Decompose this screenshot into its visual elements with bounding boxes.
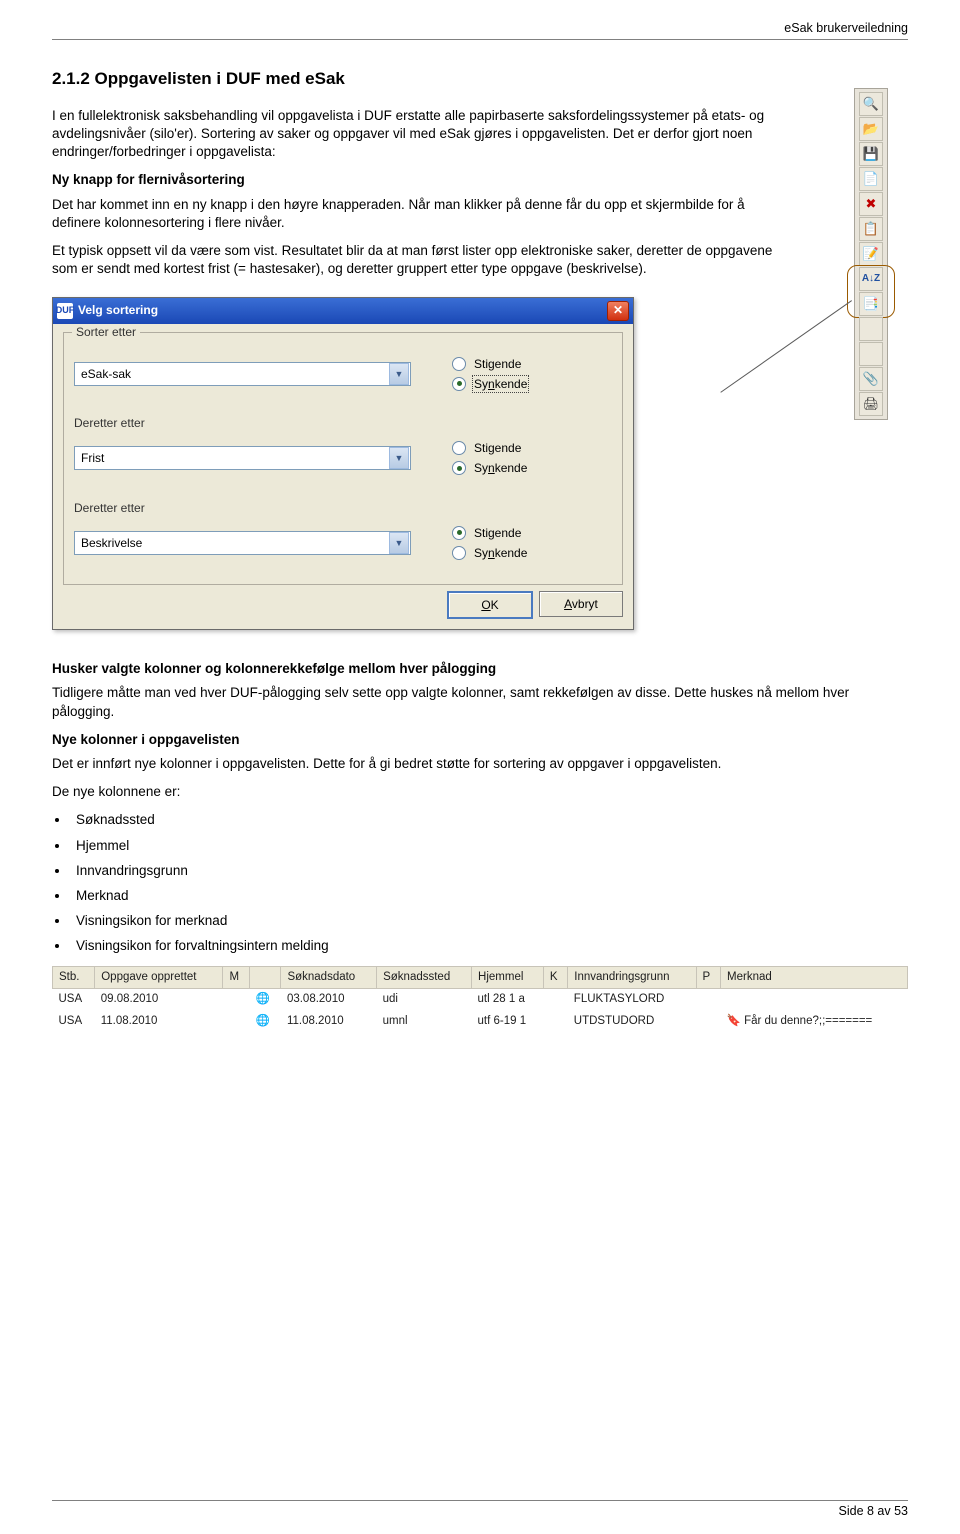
col-ico[interactable]	[250, 966, 281, 989]
section-heading: 2.1.2 Oppgavelisten i DUF med eSak	[52, 68, 908, 91]
paragraph-3: Et typisk oppsett vil da være som vist. …	[52, 242, 782, 278]
list-item: Visningsikon for merknad	[70, 912, 908, 930]
globe-icon: 🌐	[250, 1011, 281, 1033]
delete-icon[interactable]: ✖	[859, 192, 883, 216]
col-sokdato[interactable]: Søknadsdato	[281, 966, 377, 989]
sort-az-icon[interactable]: A↓Z	[859, 267, 883, 291]
groupbox-legend: Sorter etter	[72, 324, 140, 340]
paragraph-1: I en fullelektronisk saksbehandling vil …	[52, 107, 782, 162]
col-merknad[interactable]: Merknad	[721, 966, 908, 989]
list-item: Hjemmel	[70, 837, 908, 855]
list-item: Merknad	[70, 887, 908, 905]
sort-groupbox: Sorter etter eSak-sak ▼ Stigende Synkend…	[63, 332, 623, 586]
radio-synkende-3[interactable]: Synkende	[452, 544, 612, 562]
dialog-title: Velg sortering	[78, 302, 158, 318]
col-grunn[interactable]: Innvandringsgrunn	[568, 966, 696, 989]
page-footer: Side 8 av 53	[52, 1500, 908, 1520]
vertical-toolbar: 🔍 📂 💾 📄 ✖ 📋 📝 A↓Z 📑 📎 🖨	[854, 88, 888, 420]
note-icon[interactable]: 📝	[859, 242, 883, 266]
radio-stigende-2[interactable]: Stigende	[452, 439, 612, 457]
radio-stigende-3[interactable]: Stigende	[452, 524, 612, 542]
list-item: Visningsikon for forvaltningsintern meld…	[70, 937, 908, 955]
sort-field-2[interactable]: Frist ▼	[74, 446, 411, 470]
sort-field-2-value: Frist	[75, 450, 388, 466]
sub-heading-2: Husker valgte kolonner og kolonnerekkefø…	[52, 660, 908, 678]
sort-field-3[interactable]: Beskrivelse ▼	[74, 531, 411, 555]
radio-synkende-2[interactable]: Synkende	[452, 459, 612, 477]
col-p[interactable]: P	[696, 966, 720, 989]
app-icon: DUF	[57, 303, 73, 319]
globe-icon: 🌐	[250, 989, 281, 1011]
header: eSak brukerveiledning	[52, 20, 908, 40]
magnify-icon[interactable]: 🔍	[859, 92, 883, 116]
deretter-label-1: Deretter etter	[74, 415, 612, 431]
col-soksted[interactable]: Søknadssted	[377, 966, 472, 989]
chevron-down-icon[interactable]: ▼	[389, 363, 409, 385]
attachment-icon[interactable]: 📎	[859, 367, 883, 391]
list-item: Innvandringsgrunn	[70, 862, 908, 880]
list-item: Søknadssted	[70, 811, 908, 829]
cancel-button[interactable]: Avbryt	[539, 591, 623, 617]
col-k[interactable]: K	[543, 966, 567, 989]
close-icon[interactable]: ✕	[607, 301, 629, 321]
print-icon[interactable]: 🖨	[859, 392, 883, 416]
dialog-titlebar: DUF Velg sortering ✕	[53, 298, 633, 324]
paragraph-6: De nye kolonnene er:	[52, 783, 782, 801]
col-stb[interactable]: Stb.	[53, 966, 95, 989]
sort-field-1-value: eSak-sak	[75, 366, 388, 382]
paragraph-5: Det er innført nye kolonner i oppgavelis…	[52, 755, 908, 773]
paragraph-2: Det har kommet inn en ny knapp i den høy…	[52, 196, 782, 232]
radio-synkende-1[interactable]: Synkende	[452, 375, 612, 393]
save-icon[interactable]: 💾	[859, 142, 883, 166]
form-icon[interactable]: 📋	[859, 217, 883, 241]
chevron-down-icon[interactable]: ▼	[389, 532, 409, 554]
multisort-icon[interactable]: 📑	[859, 292, 883, 316]
col-opprettet[interactable]: Oppgave opprettet	[95, 966, 223, 989]
sort-dialog: DUF Velg sortering ✕ Sorter etter eSak-s…	[52, 297, 634, 631]
doc-icon[interactable]: 📄	[859, 167, 883, 191]
sort-field-1[interactable]: eSak-sak ▼	[74, 362, 411, 386]
ok-button[interactable]: OK	[447, 591, 533, 619]
callout-line	[720, 300, 852, 393]
new-columns-list: Søknadssted Hjemmel Innvandringsgrunn Me…	[70, 811, 908, 955]
open-icon[interactable]: 📂	[859, 117, 883, 141]
chevron-down-icon[interactable]: ▼	[389, 447, 409, 469]
note-icon: 🔖	[727, 1015, 741, 1027]
col-m[interactable]: M	[223, 966, 250, 989]
tool-icon-b[interactable]	[859, 342, 883, 366]
radio-stigende-1[interactable]: Stigende	[452, 355, 612, 373]
sub-heading-1: Ny knapp for flernivåsortering	[52, 171, 908, 189]
paragraph-4: Tidligere måtte man ved hver DUF-påloggi…	[52, 684, 908, 720]
task-table: Stb. Oppgave opprettet M Søknadsdato Søk…	[52, 966, 908, 1033]
tool-icon-a[interactable]	[859, 317, 883, 341]
sort-field-3-value: Beskrivelse	[75, 535, 388, 551]
sub-heading-3: Nye kolonner i oppgavelisten	[52, 731, 908, 749]
col-hjemmel[interactable]: Hjemmel	[472, 966, 544, 989]
table-row[interactable]: USA 11.08.2010 🌐 11.08.2010 umnl utf 6-1…	[53, 1011, 908, 1033]
deretter-label-2: Deretter etter	[74, 500, 612, 516]
table-row[interactable]: USA 09.08.2010 🌐 03.08.2010 udi utl 28 1…	[53, 989, 908, 1011]
